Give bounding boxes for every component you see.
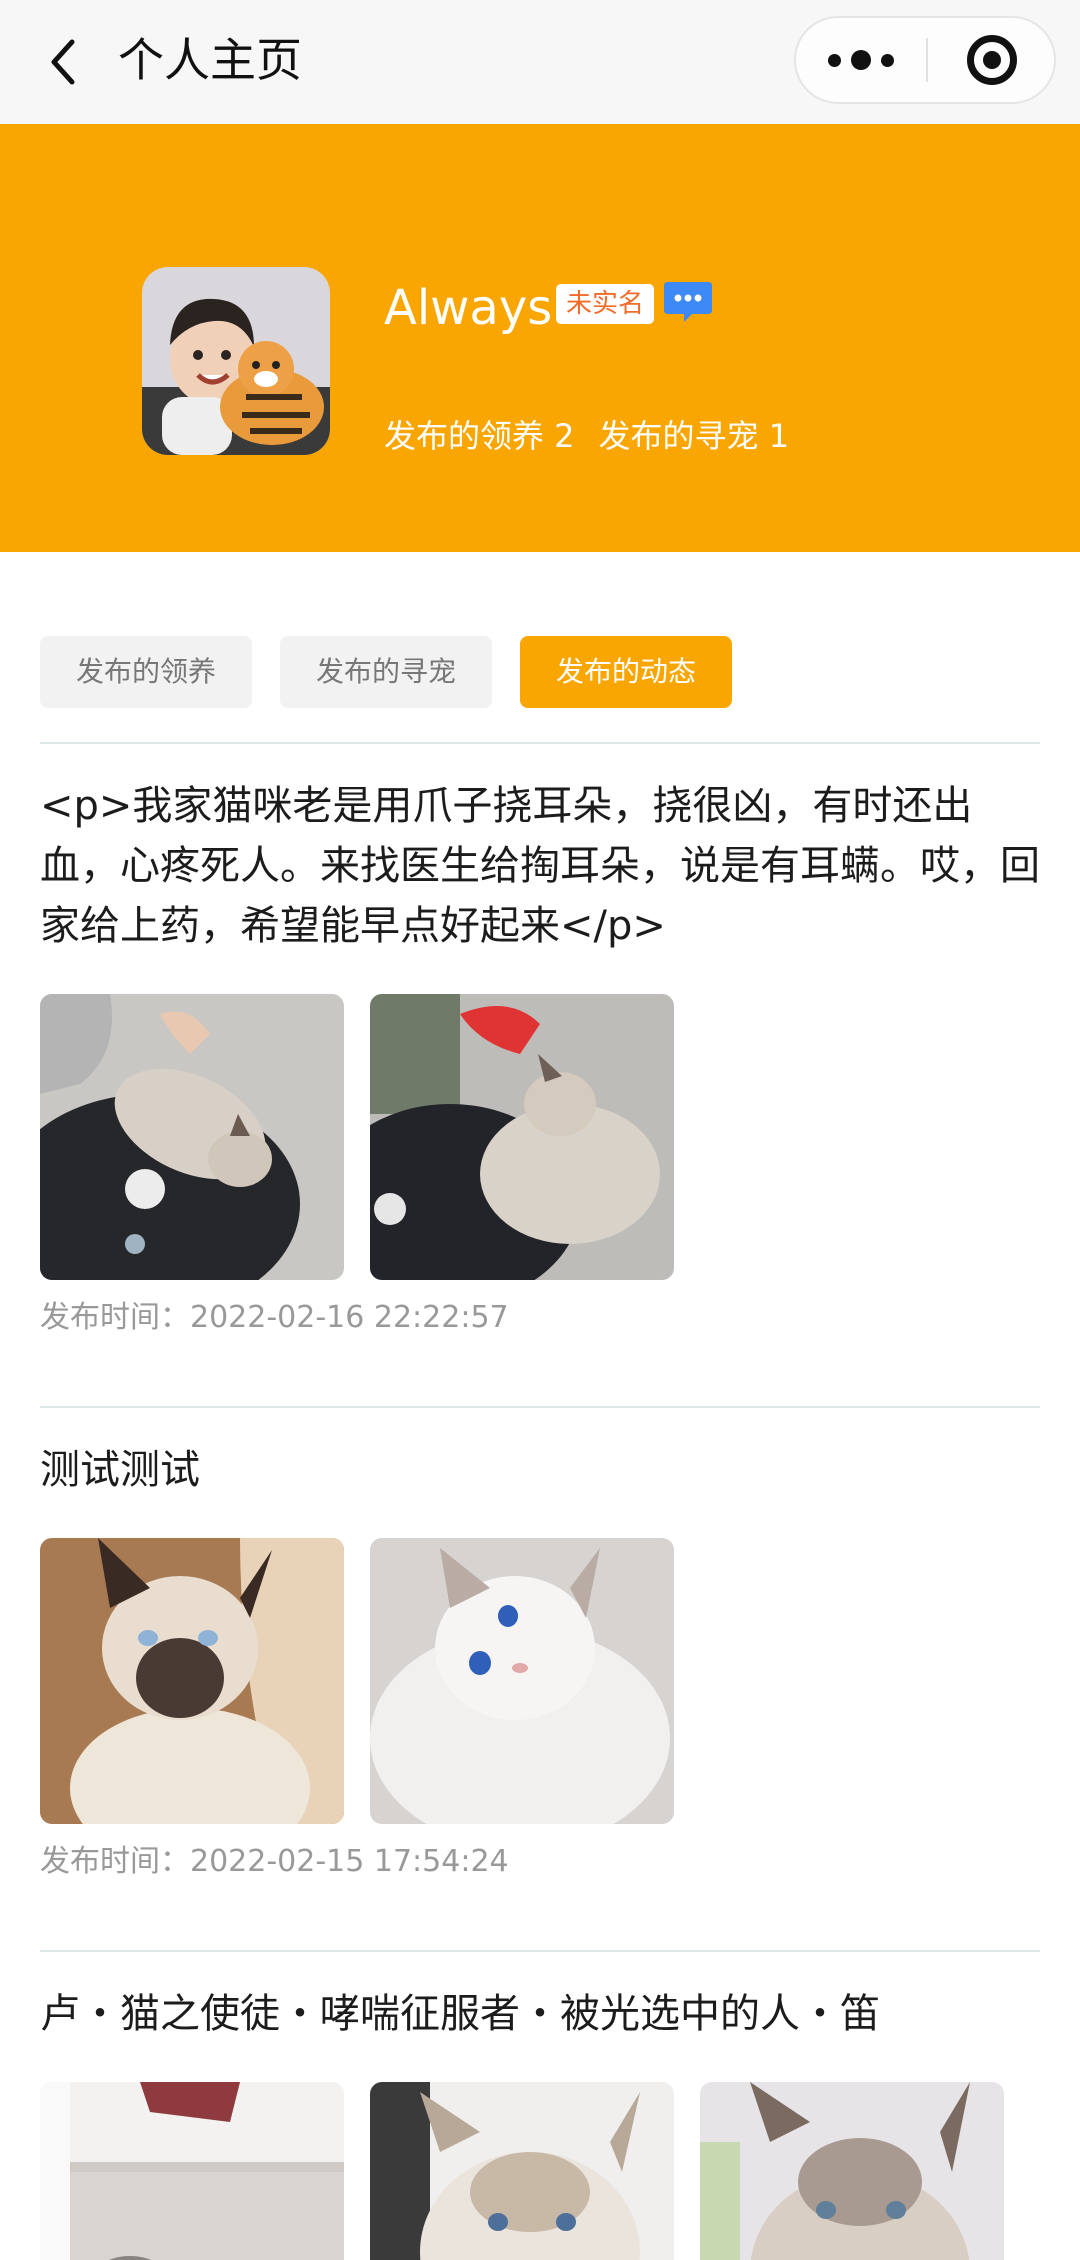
divider — [40, 1950, 1040, 1952]
chevron-left-icon — [51, 39, 75, 85]
post-image[interactable] — [40, 1538, 344, 1824]
post-image[interactable] — [370, 994, 674, 1280]
divider — [40, 1406, 1040, 1408]
verification-badge: 未实名 — [556, 284, 655, 324]
tab-lost-pets[interactable]: 发布的寻宠 — [280, 636, 492, 708]
post-image[interactable] — [40, 2082, 344, 2260]
tab-adoptions[interactable]: 发布的领养 — [40, 636, 252, 708]
navigation-bar: 个人主页 — [0, 0, 1080, 124]
profile-stats: 发布的领养 2 发布的寻宠 1 — [384, 414, 789, 458]
avatar[interactable] — [142, 267, 330, 455]
username: Always — [384, 280, 553, 336]
post-timestamp: 发布时间：2022-02-15 17:54:24 — [40, 1844, 509, 1879]
post-timestamp: 发布时间：2022-02-16 22:22:57 — [40, 1300, 509, 1335]
adoption-count: 发布的领养 2 — [384, 417, 575, 455]
post-image[interactable] — [700, 2082, 1004, 2260]
post-image-row — [40, 994, 674, 1280]
more-menu-button[interactable] — [796, 18, 926, 102]
profile-banner: Always 未实名 发布的领养 2 发布的寻宠 1 — [0, 124, 1080, 552]
mini-program-capsule — [794, 16, 1056, 104]
back-button[interactable] — [36, 30, 92, 94]
divider — [40, 742, 1040, 744]
more-dots-icon — [828, 53, 841, 67]
post-text: 卢・猫之使徒・哮喘征服者・被光选中的人・笛 — [40, 1991, 880, 2037]
post-image-row — [40, 1538, 674, 1824]
post-text: 测试测试 — [40, 1447, 200, 1493]
chat-bubble-icon[interactable] — [662, 280, 714, 324]
target-icon — [967, 35, 1017, 85]
post-image-row — [40, 2082, 1004, 2260]
page-title: 个人主页 — [118, 33, 302, 87]
post-text: <p>我家猫咪老是用爪子挠耳朵，挠很凶，有时还出血，心疼死人。来找医生给掏耳朵，… — [40, 783, 1040, 949]
post-image[interactable] — [370, 2082, 674, 2260]
tab-posts[interactable]: 发布的动态 — [520, 636, 732, 708]
close-miniprogram-button[interactable] — [928, 18, 1056, 102]
lost-pet-count: 发布的寻宠 1 — [598, 417, 790, 455]
post-image[interactable] — [370, 1538, 674, 1824]
content-tabs: 发布的领养 发布的寻宠 发布的动态 — [40, 636, 732, 708]
post-image[interactable] — [40, 994, 344, 1280]
